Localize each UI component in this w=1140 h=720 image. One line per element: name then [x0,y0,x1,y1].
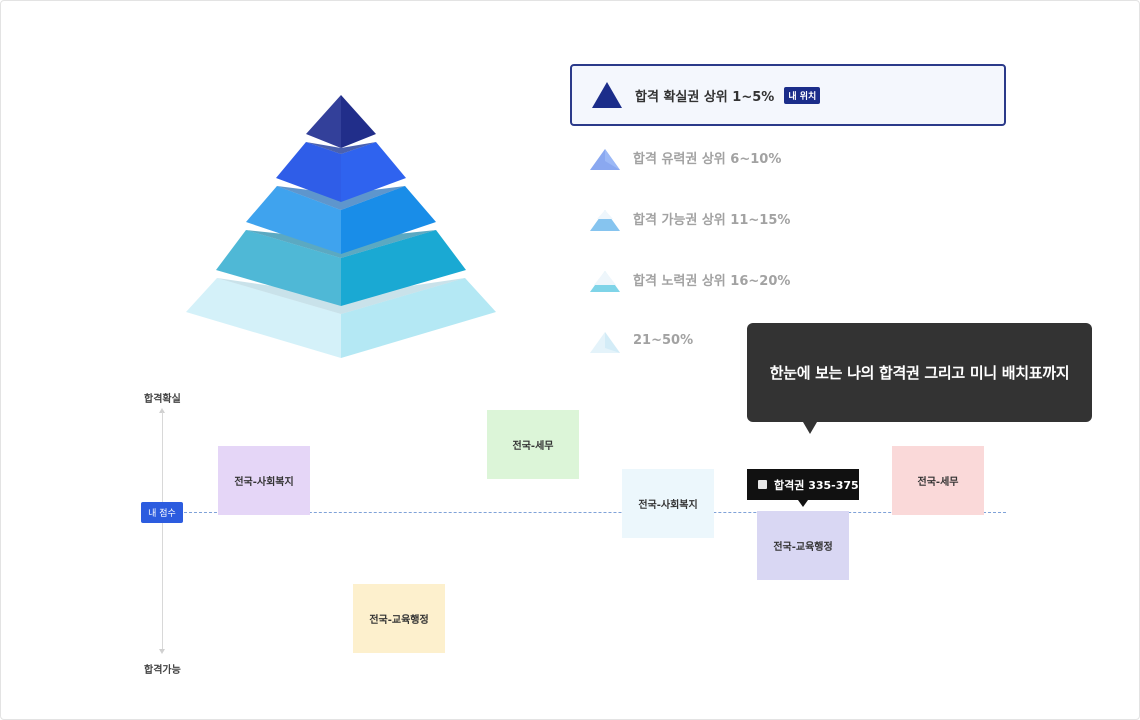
axis-bottom-label: 합격가능 [144,665,181,676]
legend-label: 합격 유력권 상위 6~10% [633,151,782,167]
legend-label: 21~50% [633,332,694,348]
legend-item-tier-3[interactable]: 합격 가능권 상위 11~15% [570,187,1006,249]
my-score-marker: 내 점수 [141,502,183,523]
axis-top-label: 합격확실 [144,394,181,405]
placement-card[interactable]: 전국-교육행정 [757,511,849,580]
triangle-icon [590,210,620,231]
legend-label: 합격 가능권 상위 11~15% [633,212,791,228]
placement-card[interactable]: 전국-사회복지 [622,469,714,538]
legend-item-tier-2[interactable]: 합격 유력권 상위 6~10% [570,126,1006,188]
pass-range-text: 합격권 335-375 [774,478,859,492]
pass-zone-pyramid [186,95,496,358]
placement-card[interactable]: 전국-교육행정 [353,584,445,653]
legend-label: 합격 확실권 상위 1~5% 내 위치 [635,86,821,105]
pass-range-tooltip: 합격권 335-375 [747,469,859,507]
vertical-axis [162,412,163,652]
square-icon [758,480,767,489]
legend-label: 합격 노력권 상위 16~20% [633,273,791,289]
placement-card[interactable]: 전국-세무 [487,410,579,479]
legend-item-tier-1[interactable]: 합격 확실권 상위 1~5% 내 위치 [570,64,1006,126]
my-position-badge: 내 위치 [784,86,821,104]
feature-tooltip: 한눈에 보는 나의 합격권 그리고 미니 배치표까지 [747,323,1092,434]
pyramid-tier-1 [306,95,341,148]
triangle-icon [590,271,620,292]
triangle-icon [590,149,620,170]
triangle-icon [592,82,622,108]
axis-arrow-down-icon [159,649,165,654]
triangle-icon [590,332,620,353]
placement-card[interactable]: 전국-사회복지 [218,446,310,515]
legend-item-tier-4[interactable]: 합격 노력권 상위 16~20% [570,248,1006,310]
placement-card[interactable]: 전국-세무 [892,446,984,515]
